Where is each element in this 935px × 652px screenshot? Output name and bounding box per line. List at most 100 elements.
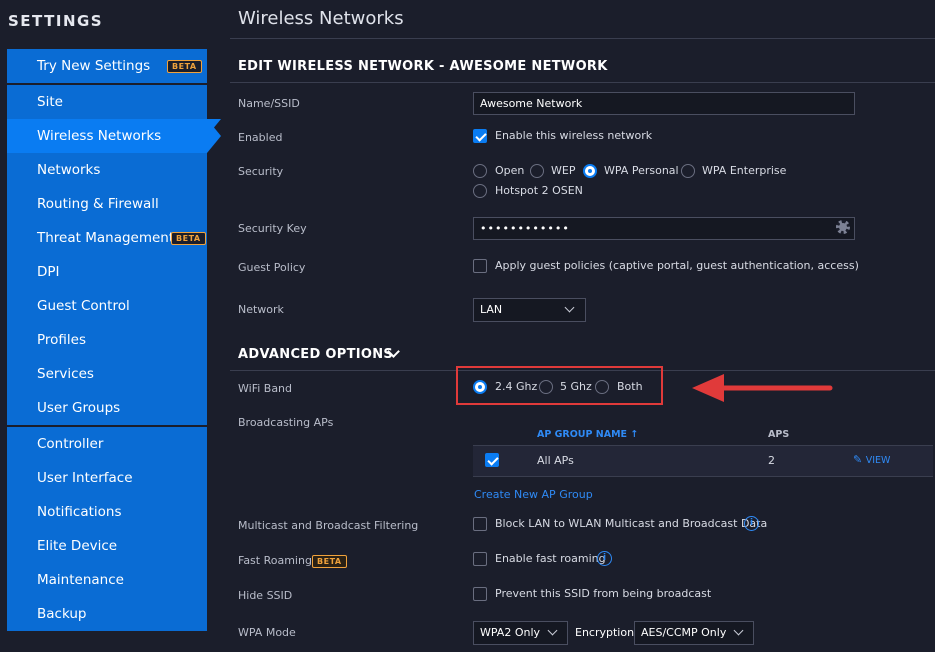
view-label: VIEW [865, 455, 891, 466]
create-ap-group-link[interactable]: Create New AP Group [474, 488, 593, 501]
sidebar-item-label: Profiles [37, 332, 87, 348]
sidebar-item-label: Guest Control [37, 298, 130, 314]
sidebar-item-user-interface[interactable]: User Interface [7, 461, 207, 495]
multicast-checkbox[interactable] [473, 517, 487, 531]
security-label: Security [238, 165, 284, 178]
security-option-wpa-personal: WPA Personal [604, 164, 679, 177]
broadcasting-aps-label: Broadcasting APs [238, 416, 334, 429]
security-option-open: Open [495, 164, 525, 177]
sidebar-item-elite-device[interactable]: Elite Device [7, 529, 207, 563]
hide-ssid-checkbox[interactable] [473, 587, 487, 601]
fast-roaming-checkbox[interactable] [473, 552, 487, 566]
security-radio-wep[interactable] [530, 164, 544, 178]
wifi-band-label: WiFi Band [238, 382, 293, 395]
settings-title: SETTINGS [8, 12, 104, 30]
hide-ssid-checkbox-label: Prevent this SSID from being broadcast [495, 587, 712, 600]
table-row-divider [473, 476, 933, 477]
wpa-mode-label: WPA Mode [238, 626, 296, 639]
sidebar-item-label: User Groups [37, 400, 121, 416]
sidebar-item-profiles[interactable]: Profiles [7, 323, 207, 357]
sidebar-item-notifications[interactable]: Notifications [7, 495, 207, 529]
encryption-value: AES/CCMP Only [641, 626, 727, 639]
wpa-mode-value: WPA2 Only [480, 626, 541, 639]
sidebar-item-label: Routing & Firewall [37, 196, 159, 212]
show-password-gear-icon[interactable] [836, 220, 850, 234]
sidebar-item-label: Networks [37, 162, 101, 178]
sidebar-item-label: User Interface [37, 470, 133, 486]
sidebar-item-label: Notifications [37, 504, 122, 520]
network-label: Network [238, 303, 284, 316]
sidebar-item-label: Site [37, 94, 63, 110]
ap-group-name-column-header[interactable]: AP GROUP NAME ↑ [537, 429, 638, 440]
info-icon[interactable]: i [597, 551, 612, 566]
security-option-wep: WEP [551, 164, 576, 177]
sidebar-item-label: Backup [37, 606, 87, 622]
aps-column-header: APS [768, 429, 790, 440]
enabled-checkbox-label: Enable this wireless network [495, 129, 653, 142]
sidebar-item-user-groups[interactable]: User Groups [7, 391, 207, 425]
column-header-label: AP GROUP NAME [537, 429, 628, 440]
sidebar-item-threat-management[interactable]: Threat Management BETA [7, 221, 207, 255]
guest-policy-checkbox[interactable] [473, 259, 487, 273]
sort-arrow-up-icon: ↑ [630, 429, 639, 440]
enabled-checkbox[interactable] [473, 129, 487, 143]
annotation-highlight-box [456, 366, 663, 405]
sidebar-group-site: Site Wireless Networks Networks Routing … [7, 85, 207, 425]
annotation-arrow-icon [692, 374, 833, 402]
security-radio-hotspot[interactable] [473, 184, 487, 198]
sidebar-item-dpi[interactable]: DPI [7, 255, 207, 289]
section-divider [230, 82, 935, 83]
sidebar-item-label: Services [37, 366, 94, 382]
encryption-label: Encryption [575, 626, 635, 639]
sidebar-item-label: Threat Management [37, 230, 175, 246]
sidebar-group-beta: Try New Settings BETA [7, 49, 207, 83]
beta-badge: BETA [171, 232, 206, 245]
sidebar-item-backup[interactable]: Backup [7, 597, 207, 631]
sidebar-item-label: Controller [37, 436, 104, 452]
fast-roaming-label: Fast Roaming [238, 554, 312, 567]
sidebar-group-controller: Controller User Interface Notifications … [7, 427, 207, 631]
pencil-icon: ✎ [853, 453, 863, 466]
view-ap-group-button[interactable]: ✎ VIEW [853, 453, 890, 466]
edit-section-title: EDIT WIRELESS NETWORK - AWESOME NETWORK [238, 59, 608, 74]
security-option-hotspot: Hotspot 2 OSEN [495, 184, 583, 197]
info-icon[interactable]: i [744, 516, 759, 531]
advanced-options-toggle[interactable]: ADVANCED OPTIONS [238, 347, 393, 362]
sidebar-item-services[interactable]: Services [7, 357, 207, 391]
security-radio-wpa-enterprise[interactable] [681, 164, 695, 178]
beta-badge: BETA [312, 555, 347, 568]
sidebar-item-label: Try New Settings [37, 58, 151, 74]
sidebar-item-networks[interactable]: Networks [7, 153, 207, 187]
title-divider [230, 38, 935, 39]
network-select-value: LAN [480, 303, 503, 316]
security-key-label: Security Key [238, 222, 307, 235]
active-item-pointer-top [207, 119, 221, 136]
sidebar-item-maintenance[interactable]: Maintenance [7, 563, 207, 597]
sidebar-item-controller[interactable]: Controller [7, 427, 207, 461]
sidebar-item-try-new-settings[interactable]: Try New Settings BETA [7, 49, 207, 83]
multicast-label: Multicast and Broadcast Filtering [238, 519, 419, 532]
sidebar-item-label: DPI [37, 264, 60, 280]
security-radio-wpa-personal[interactable] [583, 164, 597, 178]
fast-roaming-checkbox-label: Enable fast roaming [495, 552, 606, 565]
ap-group-count: 2 [768, 454, 775, 467]
beta-badge: BETA [167, 60, 202, 73]
page-title: Wireless Networks [238, 8, 404, 29]
ssid-label: Name/SSID [238, 97, 300, 110]
sidebar-item-guest-control[interactable]: Guest Control [7, 289, 207, 323]
security-key-input[interactable] [473, 217, 855, 240]
sidebar-item-label: Maintenance [37, 572, 124, 588]
enabled-label: Enabled [238, 131, 283, 144]
ap-group-name: All APs [537, 454, 574, 467]
security-option-wpa-enterprise: WPA Enterprise [702, 164, 787, 177]
sidebar-item-routing-firewall[interactable]: Routing & Firewall [7, 187, 207, 221]
guest-policy-checkbox-label: Apply guest policies (captive portal, gu… [495, 259, 859, 272]
ap-group-row-checkbox[interactable] [485, 453, 499, 467]
guest-policy-label: Guest Policy [238, 261, 306, 274]
sidebar-item-wireless-networks[interactable]: Wireless Networks [7, 119, 207, 153]
sidebar-item-label: Elite Device [37, 538, 118, 554]
security-radio-open[interactable] [473, 164, 487, 178]
ssid-input[interactable] [473, 92, 855, 115]
hide-ssid-label: Hide SSID [238, 589, 293, 602]
sidebar-item-site[interactable]: Site [7, 85, 207, 119]
